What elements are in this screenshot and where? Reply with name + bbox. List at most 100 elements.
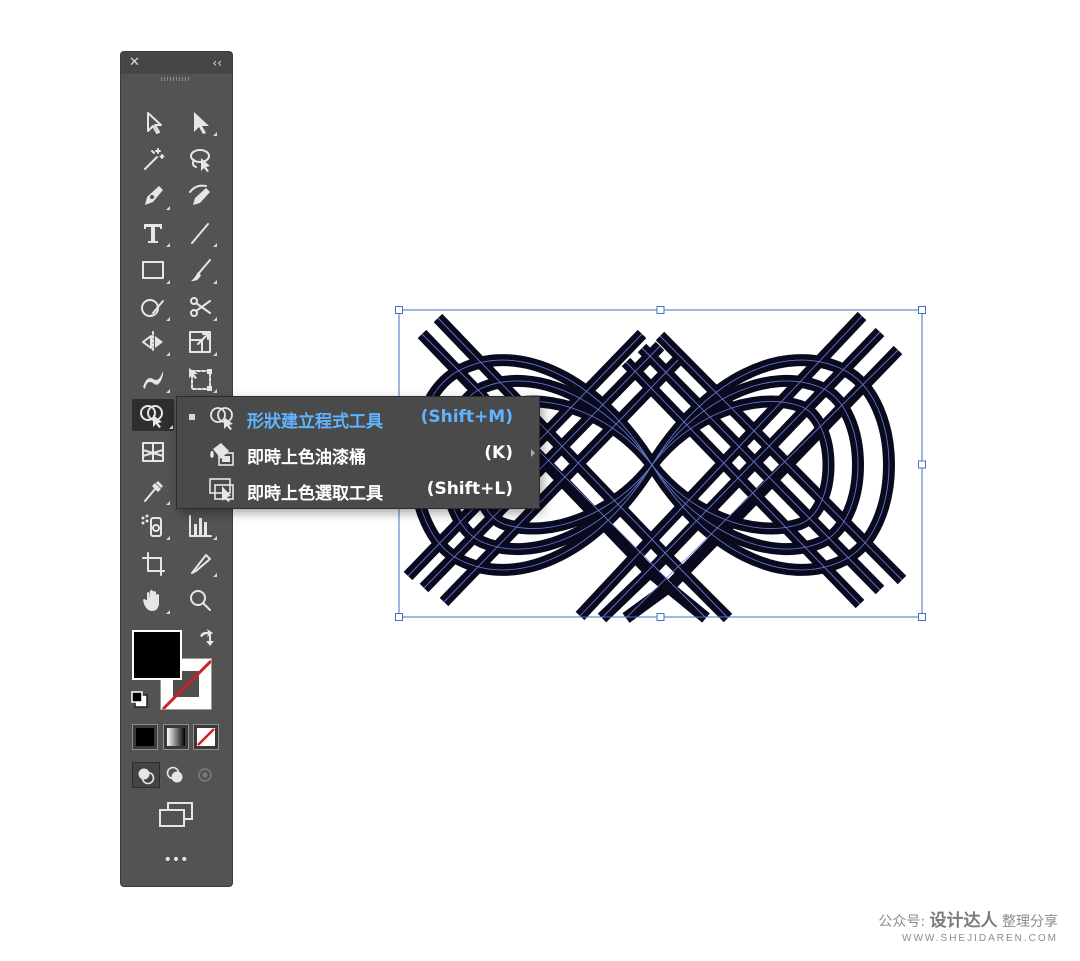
magic-wand-icon	[144, 148, 165, 170]
type-tool[interactable]	[135, 217, 171, 249]
flyout-indicator	[166, 352, 170, 356]
flyout-indicator	[213, 132, 217, 136]
shaper-tool[interactable]	[135, 291, 171, 323]
flyout-indicator	[213, 280, 217, 284]
watermark-url: WWW.SHEJIDAREN.COM	[902, 933, 1058, 944]
hand-icon	[143, 590, 159, 611]
fill-color-swatch[interactable]	[132, 630, 182, 680]
magic-wand-tool[interactable]	[135, 143, 171, 175]
draw-behind-button[interactable]	[162, 762, 190, 788]
flyout-indicator	[166, 206, 170, 210]
column-graph-icon	[189, 515, 212, 537]
reflect-tool[interactable]	[135, 326, 171, 358]
lasso-tool[interactable]	[182, 143, 218, 175]
arrow-solid-icon	[194, 112, 209, 134]
scale-icon	[189, 331, 211, 353]
symbol-sprayer-tool[interactable]	[135, 510, 171, 542]
column-graph-tool[interactable]	[182, 510, 218, 542]
pen-tool[interactable]	[135, 180, 171, 212]
handle-top-center[interactable]	[656, 306, 665, 314]
free-transform-icon	[189, 368, 212, 391]
shape-builder-icon	[210, 407, 233, 430]
flyout-indicator	[166, 389, 170, 393]
live-paint-selection-icon	[209, 478, 234, 502]
handle-bottom-right[interactable]	[918, 613, 926, 621]
live-paint-bucket-icon	[210, 443, 234, 466]
shaper-icon	[141, 299, 164, 317]
flyout-indicator	[213, 352, 217, 356]
handle-middle-right[interactable]	[918, 460, 926, 469]
selection-tool[interactable]	[135, 106, 171, 138]
gradient-mode-button[interactable]	[163, 724, 189, 750]
perspective-grid-tool[interactable]	[135, 436, 171, 468]
flyout-item-shortcut: (Shift+L)	[426, 479, 513, 499]
color-mode-button[interactable]	[132, 724, 158, 750]
screen-mode-icon[interactable]	[157, 800, 195, 830]
close-icon[interactable]: ✕	[129, 55, 140, 71]
arrow-outline-icon	[147, 112, 162, 134]
artboard-tool[interactable]	[135, 547, 171, 579]
none-icon	[197, 728, 215, 746]
perspective-grid-icon	[142, 442, 164, 462]
watermark-suffix: 整理分享	[1002, 914, 1058, 930]
slice-tool[interactable]	[182, 547, 218, 579]
curvature-pen-icon	[189, 184, 210, 205]
free-transform-tool[interactable]	[182, 363, 218, 395]
flyout-item-live-paint-bucket[interactable]: 即時上色油漆桶 (K)	[177, 435, 539, 472]
handle-top-right[interactable]	[918, 306, 926, 314]
tearoff-arrow-icon[interactable]	[531, 449, 535, 457]
shape-builder-tool[interactable]	[132, 399, 174, 431]
flyout-indicator	[166, 280, 170, 284]
width-tool[interactable]	[135, 363, 171, 395]
eyedropper-tool[interactable]	[135, 475, 171, 507]
flyout-item-shortcut: (Shift+M)	[420, 407, 513, 427]
curvature-tool[interactable]	[182, 180, 218, 212]
scissors-tool[interactable]	[182, 291, 218, 323]
width-icon	[143, 371, 163, 389]
zoom-tool[interactable]	[182, 584, 218, 616]
line-segment-tool[interactable]	[182, 217, 218, 249]
default-fill-stroke-icon[interactable]	[130, 690, 150, 710]
panel-grip[interactable]	[161, 77, 191, 81]
scale-tool[interactable]	[182, 326, 218, 358]
flyout-item-label: 形狀建立程式工具	[247, 412, 383, 432]
pen-icon	[145, 186, 163, 205]
flyout-indicator	[166, 536, 170, 540]
lasso-icon	[190, 149, 210, 172]
gradient-icon	[167, 728, 185, 746]
flyout-indicator	[213, 573, 217, 577]
draw-inside-button[interactable]	[192, 762, 220, 788]
flyout-indicator	[213, 317, 217, 321]
zoom-icon	[190, 590, 211, 611]
flyout-item-live-paint-selection[interactable]: 即時上色選取工具 (Shift+L)	[177, 471, 539, 508]
draw-normal-button[interactable]	[132, 762, 160, 788]
handle-bottom-left[interactable]	[395, 613, 403, 621]
flyout-indicator	[166, 501, 170, 505]
flyout-indicator	[213, 536, 217, 540]
handle-bottom-center[interactable]	[656, 613, 665, 621]
watermark: 公众号: 设计达人 整理分享 WWW.SHEJIDAREN.COM	[878, 906, 1058, 944]
shape-builder-icon	[140, 405, 163, 428]
collapse-panel-icon[interactable]: ‹‹	[212, 55, 222, 71]
handle-top-left[interactable]	[395, 306, 403, 314]
symbol-sprayer-icon	[141, 514, 162, 537]
paintbrush-icon	[191, 259, 211, 282]
paintbrush-tool[interactable]	[182, 254, 218, 286]
none-mode-button[interactable]	[193, 724, 219, 750]
flyout-item-label: 即時上色選取工具	[247, 484, 383, 504]
edit-toolbar-button[interactable]: •••	[160, 850, 192, 870]
flyout-indicator	[166, 610, 170, 614]
direct-selection-tool[interactable]	[182, 106, 218, 138]
watermark-brand: 设计达人	[929, 911, 998, 931]
flyout-indicator	[166, 243, 170, 247]
rectangle-tool[interactable]	[135, 254, 171, 286]
slice-icon	[191, 554, 211, 574]
artboard-icon	[142, 552, 165, 576]
watermark-prefix: 公众号:	[878, 914, 926, 930]
swap-fill-stroke-icon[interactable]	[196, 628, 216, 648]
rectangle-icon	[142, 261, 164, 279]
flyout-indicator	[166, 317, 170, 321]
hand-tool[interactable]	[135, 584, 171, 616]
tool-flyout-menu: 形狀建立程式工具 (Shift+M) 即時上色油漆桶 (K) 即時上色選取工具 …	[176, 396, 540, 509]
flyout-item-shape-builder[interactable]: 形狀建立程式工具 (Shift+M)	[177, 399, 539, 436]
